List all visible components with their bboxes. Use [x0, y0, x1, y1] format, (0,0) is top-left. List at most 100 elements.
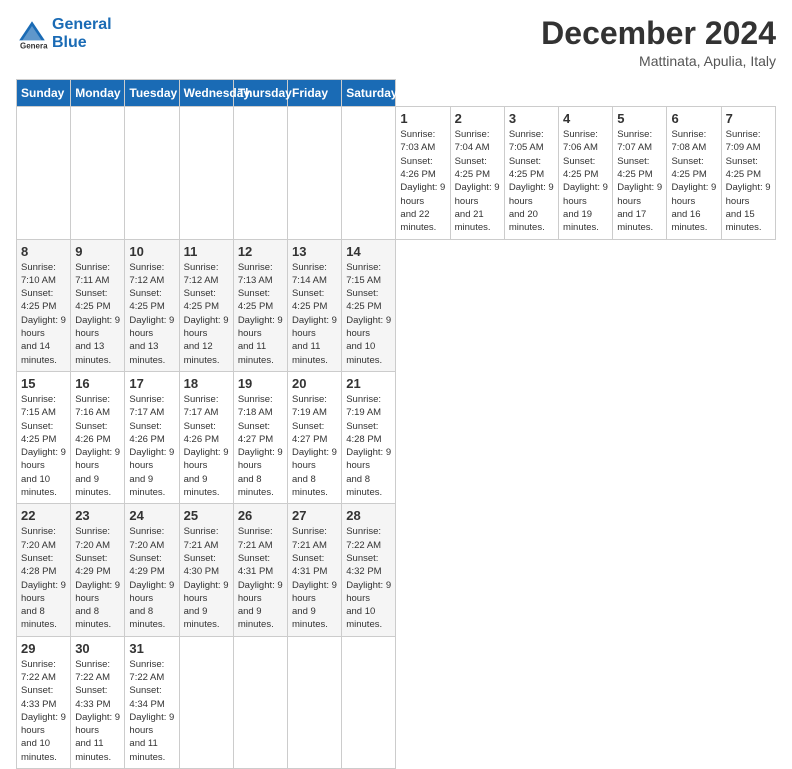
daylight-minutes-label: and 10 minutes.: [346, 341, 382, 365]
day-cell-5: 5Sunrise: 7:07 AMSunset: 4:25 PMDaylight…: [613, 107, 667, 239]
daylight-minutes-label: and 11 minutes.: [75, 738, 111, 762]
day-info: Sunrise: 7:08 AMSunset: 4:25 PMDaylight:…: [671, 128, 716, 234]
day-info: Sunrise: 7:12 AMSunset: 4:25 PMDaylight:…: [184, 261, 229, 367]
day-cell-11: 11Sunrise: 7:12 AMSunset: 4:25 PMDayligh…: [179, 239, 233, 371]
col-header-tuesday: Tuesday: [125, 80, 179, 107]
daylight-minutes-label: and 9 minutes.: [129, 474, 165, 498]
day-cell-22: 22Sunrise: 7:20 AMSunset: 4:28 PMDayligh…: [17, 504, 71, 636]
day-info: Sunrise: 7:13 AMSunset: 4:25 PMDaylight:…: [238, 261, 283, 367]
day-info: Sunrise: 7:21 AMSunset: 4:31 PMDaylight:…: [292, 525, 337, 631]
day-info: Sunrise: 7:22 AMSunset: 4:34 PMDaylight:…: [129, 658, 174, 764]
day-number: 15: [21, 376, 66, 391]
day-number: 18: [184, 376, 229, 391]
day-number: 25: [184, 508, 229, 523]
daylight-label: Daylight: 9 hours: [671, 182, 716, 206]
daylight-label: Daylight: 9 hours: [292, 580, 337, 604]
sunrise-label: Sunrise: 7:10 AM: [21, 262, 56, 286]
day-number: 2: [455, 111, 500, 126]
sunset-label: Sunset: 4:25 PM: [617, 156, 652, 180]
daylight-label: Daylight: 9 hours: [184, 447, 229, 471]
daylight-minutes-label: and 15 minutes.: [726, 209, 762, 233]
empty-cell: [288, 107, 342, 239]
day-number: 19: [238, 376, 283, 391]
day-cell-3: 3Sunrise: 7:05 AMSunset: 4:25 PMDaylight…: [504, 107, 558, 239]
day-number: 5: [617, 111, 662, 126]
day-cell-9: 9Sunrise: 7:11 AMSunset: 4:25 PMDaylight…: [71, 239, 125, 371]
week-row-2: 15 Sunrise: 7:15 AMSunset: 4:25 PMDayligh…: [17, 371, 776, 503]
day-cell-18: 18Sunrise: 7:17 AMSunset: 4:26 PMDayligh…: [179, 371, 233, 503]
day-number: 28: [346, 508, 391, 523]
sunrise-label: Sunrise: 7:22 AM: [75, 659, 110, 683]
sunset-label: Sunset: 4:25 PM: [21, 288, 56, 312]
sunset-label: Sunset: 4:27 PM: [238, 421, 273, 445]
day-number: 29: [21, 641, 66, 656]
sunrise-label: Sunrise: 7:21 AM: [238, 526, 273, 550]
sunrise-label: Sunrise: 7:12 AM: [184, 262, 219, 286]
day-number: 10: [129, 244, 174, 259]
sunrise-label: Sunrise: 7:03 AM: [400, 129, 435, 153]
sunrise-label: Sunrise: 7:05 AM: [509, 129, 544, 153]
daylight-minutes-label: and 8 minutes.: [129, 606, 165, 630]
sunset-label: Sunset: 4:25 PM: [238, 288, 273, 312]
sunset-label: Sunset: 4:29 PM: [129, 553, 164, 577]
daylight-minutes-label: and 8 minutes.: [346, 474, 382, 498]
day-number: 17: [129, 376, 174, 391]
day-number: 14: [346, 244, 391, 259]
daylight-minutes-label: and 16 minutes.: [671, 209, 707, 233]
logo-text: General Blue: [52, 16, 112, 51]
day-cell-14: 14Sunrise: 7:15 AMSunset: 4:25 PMDayligh…: [342, 239, 396, 371]
daylight-label: Daylight: 9 hours: [129, 712, 174, 736]
daylight-minutes-label: and 9 minutes.: [292, 606, 328, 630]
location: Mattinata, Apulia, Italy: [541, 53, 776, 69]
day-number: 23: [75, 508, 120, 523]
day-number: 1: [400, 111, 445, 126]
empty-cell: [179, 107, 233, 239]
col-header-sunday: Sunday: [17, 80, 71, 107]
daylight-minutes-label: and 21 minutes.: [455, 209, 491, 233]
daylight-label: Daylight: 9 hours: [455, 182, 500, 206]
sunrise-label: Sunrise: 7:21 AM: [184, 526, 219, 550]
empty-cell: [179, 636, 233, 768]
daylight-label: Daylight: 9 hours: [617, 182, 662, 206]
sunrise-label: Sunrise: 7:04 AM: [455, 129, 490, 153]
sunset-label: Sunset: 4:25 PM: [292, 288, 327, 312]
day-info: Sunrise: 7:21 AMSunset: 4:30 PMDaylight:…: [184, 525, 229, 631]
day-cell-25: 25Sunrise: 7:21 AMSunset: 4:30 PMDayligh…: [179, 504, 233, 636]
daylight-minutes-label: and 9 minutes.: [184, 474, 220, 498]
day-number: 30: [75, 641, 120, 656]
day-cell-12: 12Sunrise: 7:13 AMSunset: 4:25 PMDayligh…: [233, 239, 287, 371]
sunset-label: Sunset: 4:34 PM: [129, 685, 164, 709]
day-cell-23: 23Sunrise: 7:20 AMSunset: 4:29 PMDayligh…: [71, 504, 125, 636]
week-row-4: 29 Sunrise: 7:22 AMSunset: 4:33 PM Dayligh…: [17, 636, 776, 768]
daylight-label: Daylight: 9 hours: [184, 315, 229, 339]
sunset-label: Sunset: 4:30 PM: [184, 553, 219, 577]
page: General General Blue December 2024 Matti…: [0, 0, 792, 612]
sunset-label: Sunset: 4:25 PM: [509, 156, 544, 180]
day-info: Sunrise: 7:06 AMSunset: 4:25 PMDaylight:…: [563, 128, 608, 234]
day-cell-26: 26Sunrise: 7:21 AMSunset: 4:31 PMDayligh…: [233, 504, 287, 636]
sunset-label: Sunset: 4:28 PM: [346, 421, 381, 445]
sunrise-label: Sunrise: 7:16 AM: [75, 394, 110, 418]
sunset-label: Sunset: 4:26 PM: [129, 421, 164, 445]
day-cell-4: 4 Sunrise: 7:06 AMSunset: 4:25 PMDaylight…: [559, 107, 613, 239]
logo-line1: General: [52, 16, 112, 33]
day-info: Sunrise: 7:17 AMSunset: 4:26 PMDaylight:…: [129, 393, 174, 499]
sunrise-label: Sunrise: 7:09 AM: [726, 129, 761, 153]
day-cell-7: 7Sunrise: 7:09 AMSunset: 4:25 PMDaylight…: [721, 107, 775, 239]
sunset-label: Sunset: 4:33 PM: [75, 685, 110, 709]
week-row-3: 22Sunrise: 7:20 AMSunset: 4:28 PMDayligh…: [17, 504, 776, 636]
day-number: 4: [563, 111, 608, 126]
day-number: 24: [129, 508, 174, 523]
empty-cell: [71, 107, 125, 239]
daylight-label: Daylight: 9 hours: [726, 182, 771, 206]
day-cell-28: 28Sunrise: 7:22 AMSunset: 4:32 PMDayligh…: [342, 504, 396, 636]
week-row-1: 8Sunrise: 7:10 AMSunset: 4:25 PMDaylight…: [17, 239, 776, 371]
day-cell-24: 24Sunrise: 7:20 AMSunset: 4:29 PMDayligh…: [125, 504, 179, 636]
daylight-minutes-label: and 14 minutes.: [21, 341, 57, 365]
day-cell-19: 19Sunrise: 7:18 AMSunset: 4:27 PMDayligh…: [233, 371, 287, 503]
daylight-label: Daylight: 9 hours: [75, 447, 120, 471]
daylight-minutes-label: and 8 minutes.: [75, 606, 111, 630]
sunrise-label: Sunrise: 7:21 AM: [292, 526, 327, 550]
daylight-label: Daylight: 9 hours: [238, 447, 283, 471]
day-info: Sunrise: 7:15 AMSunset: 4:25 PMDaylight:…: [21, 393, 66, 499]
